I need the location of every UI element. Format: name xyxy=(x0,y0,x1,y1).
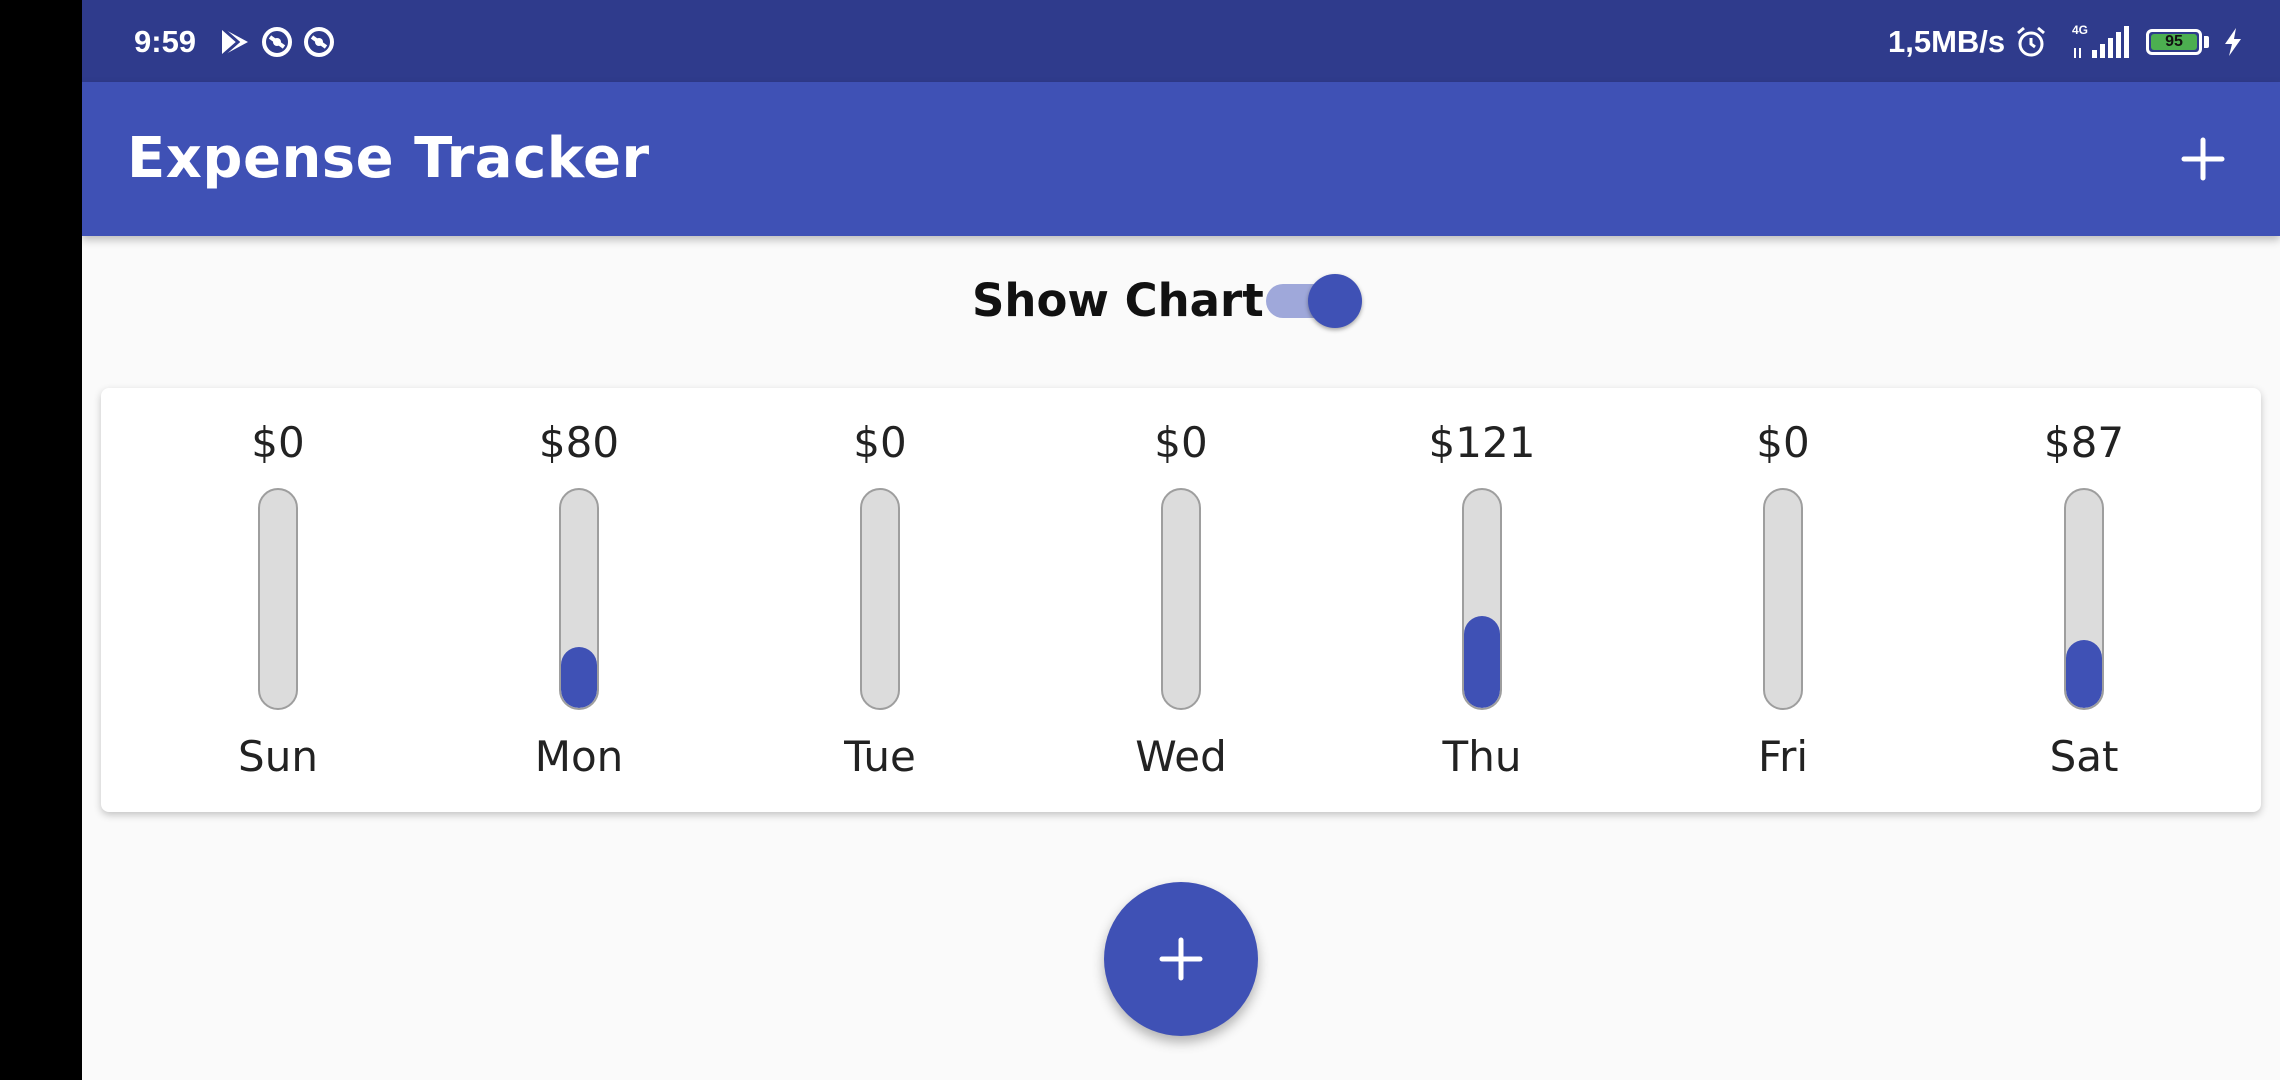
battery-icon: 95 xyxy=(2146,29,2202,55)
bar-day-label: Sun xyxy=(238,732,318,781)
chart-bar-fri: $0 Fri xyxy=(1703,388,1863,812)
bar-day-label: Fri xyxy=(1757,732,1809,781)
bar-amount-label: $121 xyxy=(1428,418,1536,467)
show-chart-switch[interactable] xyxy=(1262,272,1366,330)
bar-fill xyxy=(561,646,597,708)
bar-track xyxy=(1161,488,1201,710)
status-time: 9:59 xyxy=(134,24,197,59)
sync-icon xyxy=(304,27,334,57)
add-transaction-fab[interactable] xyxy=(1104,882,1258,1036)
add-icon xyxy=(1159,937,1203,981)
bar-day-label: Wed xyxy=(1135,732,1227,781)
bar-fill xyxy=(2066,640,2102,708)
alarm-icon xyxy=(2017,26,2045,57)
charging-icon xyxy=(2225,28,2241,56)
app-screen: 9:59 1,5MB/s 4G 95 Expense Tracker Show … xyxy=(82,0,2280,1080)
bar-amount-label: $0 xyxy=(251,418,305,467)
chart-bar-thu: $121 Thu xyxy=(1402,388,1562,812)
switch-thumb[interactable] xyxy=(1308,274,1362,328)
bar-amount-label: $80 xyxy=(538,418,620,467)
bar-day-label: Mon xyxy=(534,732,624,781)
bar-track xyxy=(559,488,599,710)
bar-day-label: Tue xyxy=(844,732,916,781)
signal-icon: 4G xyxy=(2072,23,2129,58)
chart-bar-tue: $0 Tue xyxy=(800,388,960,812)
battery-level: 95 xyxy=(2151,34,2197,50)
weekly-chart-card: $0 Sun $80 Mon $0 Tue $0 Wed $121 Thu $0 Fri $87 Sat xyxy=(101,388,2261,812)
chart-bar-mon: $80 Mon xyxy=(499,388,659,812)
app-bar: Expense Tracker xyxy=(82,82,2280,236)
app-title: Expense Tracker xyxy=(127,126,650,191)
network-type: 4G xyxy=(2072,23,2088,37)
bar-track xyxy=(2064,488,2104,710)
bar-amount-label: $0 xyxy=(1154,418,1208,467)
battery-tip xyxy=(2204,36,2209,48)
status-bar: 9:59 1,5MB/s 4G 95 xyxy=(82,0,2280,82)
sync-icon xyxy=(262,27,292,57)
bar-amount-label: $0 xyxy=(853,418,907,467)
chart-bar-wed: $0 Wed xyxy=(1101,388,1261,812)
bar-amount-label: $0 xyxy=(1756,418,1810,467)
bar-track xyxy=(1763,488,1803,710)
bar-day-label: Sat xyxy=(2049,732,2119,781)
bar-fill xyxy=(1464,616,1500,708)
network-speed: 1,5MB/s xyxy=(1888,24,2006,59)
play-store-icon xyxy=(221,26,248,58)
add-icon xyxy=(2181,137,2225,181)
chart-bar-sat: $87 Sat xyxy=(2004,388,2164,812)
bar-track xyxy=(258,488,298,710)
bar-track xyxy=(1462,488,1502,710)
bar-track xyxy=(860,488,900,710)
bar-day-label: Thu xyxy=(1442,732,1522,781)
bar-amount-label: $87 xyxy=(2043,418,2125,467)
show-chart-label: Show Chart xyxy=(972,274,1264,327)
chart-bar-sun: $0 Sun xyxy=(198,388,358,812)
add-expense-button[interactable] xyxy=(2172,128,2234,190)
